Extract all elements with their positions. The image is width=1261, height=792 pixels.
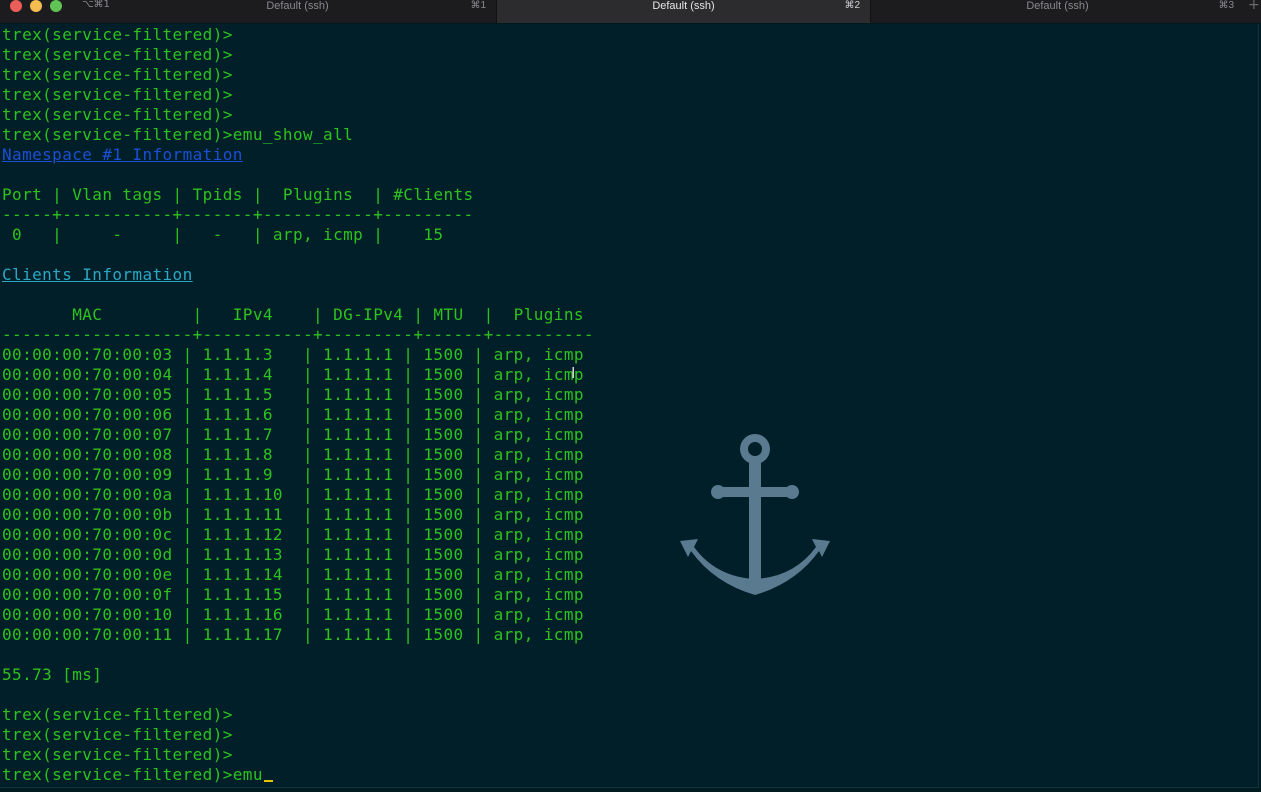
tab-shortcut: ⌘1 [470,0,486,11]
terminal-output: trex(service-filtered)> trex(service-filt… [2,25,594,785]
terminal-line: 00:00:00:70:00:05 | 1.1.1.5 | 1.1.1.1 | … [2,385,584,404]
terminal-line: 00:00:00:70:00:0c | 1.1.1.12 | 1.1.1.1 |… [2,525,584,544]
terminal-line: 00:00:00:70:00:06 | 1.1.1.6 | 1.1.1.1 | … [2,405,584,424]
terminal-line: 00:00:00:70:00:11 | 1.1.1.17 | 1.1.1.1 |… [2,625,584,644]
minimize-window-button[interactable] [30,0,42,12]
terminal-line: 00:00:00:70:00:03 | 1.1.1.3 | 1.1.1.1 | … [2,345,584,364]
new-tab-button[interactable]: + [1248,0,1260,13]
tab-shortcut: ⌘2 [844,0,860,11]
ibeam-cursor-icon: I [571,364,576,382]
tab-bar: ⌥⌘1 Default (ssh) ⌘1 Default (ssh) ⌘2 De… [0,0,1261,23]
terminal-line: 00:00:00:70:00:0b | 1.1.1.11 | 1.1.1.1 |… [2,505,584,524]
tab-default-ssh-3[interactable]: Default (ssh) ⌘3 [871,0,1244,23]
terminal-line: trex(service-filtered)> [2,725,233,744]
terminal-line: 00:00:00:70:00:07 | 1.1.1.7 | 1.1.1.1 | … [2,425,584,444]
namespace-info-link[interactable]: Namespace #1 Information [2,145,594,165]
anchor-icon [680,434,830,595]
terminal-line: trex(service-filtered)>emu [2,765,594,785]
terminal-line: trex(service-filtered)> [2,705,233,724]
terminal-line: MAC | IPv4 | DG-IPv4 | MTU | Plugins [2,305,584,324]
tab-default-ssh-2[interactable]: Default (ssh) ⌘2 [496,0,871,23]
tab-label: Default (ssh) [1026,0,1089,12]
terminal-line: -----+-----------+-------+-----------+--… [2,205,474,224]
text-cursor [263,780,273,782]
terminal-line: 55.73 [ms] [2,665,103,684]
terminal-line: 00:00:00:70:00:09 | 1.1.1.9 | 1.1.1.1 | … [2,465,584,484]
terminal-line: 00:00:00:70:00:04 | 1.1.1.4 | 1.1.1.1 | … [2,365,584,384]
terminal-line: trex(service-filtered)> [2,85,233,104]
terminal-line: 00:00:00:70:00:08 | 1.1.1.8 | 1.1.1.1 | … [2,445,584,464]
terminal-line: 00:00:00:70:00:10 | 1.1.1.16 | 1.1.1.1 |… [2,605,584,624]
terminal-line: 00:00:00:70:00:0e | 1.1.1.14 | 1.1.1.1 |… [2,565,584,584]
terminal-line: 00:00:00:70:00:0d | 1.1.1.13 | 1.1.1.1 |… [2,545,584,564]
terminal-line: 0 | - | - | arp, icmp | 15 [2,225,444,244]
terminal-line: Port | Vlan tags | Tpids | Plugins | #Cl… [2,185,474,204]
terminal-line: trex(service-filtered)> [2,105,233,124]
terminal-line: trex(service-filtered)> [2,25,233,44]
maximize-window-button[interactable] [50,0,62,12]
terminal-line: trex(service-filtered)> [2,745,233,764]
tab-label: Default (ssh) [652,0,715,12]
terminal-pane[interactable]: trex(service-filtered)> trex(service-filt… [0,24,1259,788]
terminal-line: trex(service-filtered)>emu_show_all [2,125,354,144]
terminal-line: trex(service-filtered)> [2,65,233,84]
clients-info-link[interactable]: Clients Information [2,265,594,285]
terminal-line: 00:00:00:70:00:0f | 1.1.1.15 | 1.1.1.1 |… [2,585,584,604]
terminal-line: 00:00:00:70:00:0a | 1.1.1.10 | 1.1.1.1 |… [2,485,584,504]
terminal-line: -------------------+-----------+--------… [2,325,594,344]
tab-label: Default (ssh) [266,0,329,12]
close-window-button[interactable] [10,0,22,12]
tab-default-ssh-1[interactable]: Default (ssh) ⌘1 [99,0,496,23]
terminal-line: trex(service-filtered)> [2,45,233,64]
tab-shortcut: ⌘3 [1218,0,1234,11]
